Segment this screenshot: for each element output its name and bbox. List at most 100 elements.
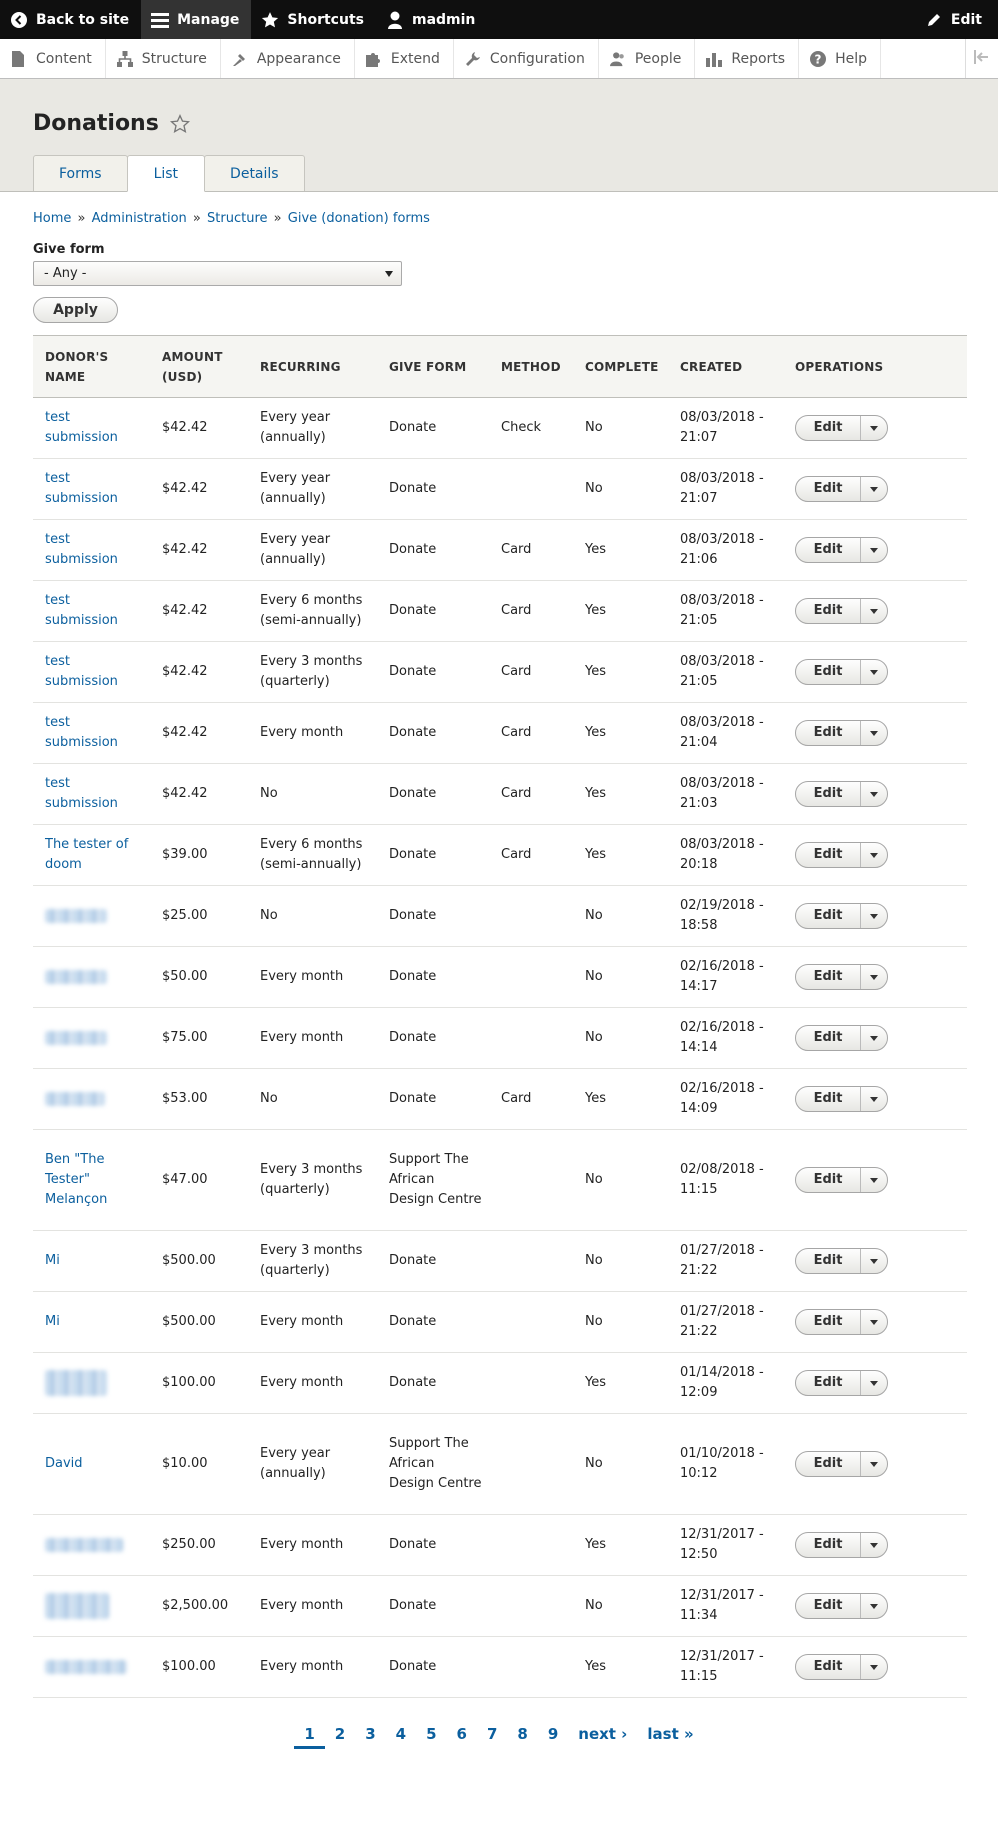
redacted-donor-name[interactable] (45, 1537, 123, 1552)
donor-name-cell[interactable]: test submission (33, 642, 150, 703)
pager-page-8[interactable]: 8 (507, 1725, 537, 1749)
back-to-site-link[interactable]: Back to site (0, 0, 141, 39)
donor-name-cell[interactable]: test submission (33, 581, 150, 642)
operations-toggle[interactable] (860, 904, 887, 928)
redacted-donor-name[interactable] (45, 1370, 107, 1396)
operations-toggle[interactable] (860, 1168, 887, 1192)
manage-tab[interactable]: Manage (141, 0, 252, 39)
edit-button[interactable]: Edit (796, 1249, 860, 1273)
edit-button[interactable]: Edit (796, 416, 860, 440)
breadcrumb-administration[interactable]: Administration (92, 211, 187, 226)
pager-page-6[interactable]: 6 (447, 1725, 477, 1749)
pager-page-5[interactable]: 5 (416, 1725, 446, 1749)
edit-button[interactable]: Edit (796, 843, 860, 867)
edit-button[interactable]: Edit (796, 965, 860, 989)
operations-toggle[interactable] (860, 1452, 887, 1476)
column-created[interactable]: CREATED (668, 336, 783, 398)
edit-button[interactable]: Edit (796, 1168, 860, 1192)
edit-button[interactable]: Edit (796, 1087, 860, 1111)
apply-button[interactable]: Apply (33, 297, 118, 323)
tab-list[interactable]: List (126, 155, 206, 192)
redacted-donor-name[interactable] (45, 908, 107, 923)
breadcrumb-give-forms[interactable]: Give (donation) forms (288, 211, 430, 226)
donor-name-cell[interactable] (33, 1353, 150, 1414)
tray-orientation-toggle[interactable] (965, 39, 998, 78)
column-amount[interactable]: AMOUNT (USD) (150, 336, 248, 398)
menu-configuration[interactable]: Configuration (454, 39, 599, 78)
operations-toggle[interactable] (860, 1371, 887, 1395)
menu-people[interactable]: People (599, 39, 696, 78)
operations-toggle[interactable] (860, 1087, 887, 1111)
operations-toggle[interactable] (860, 477, 887, 501)
edit-button[interactable]: Edit (796, 1655, 860, 1679)
operations-toggle[interactable] (860, 843, 887, 867)
edit-button[interactable]: Edit (796, 904, 860, 928)
operations-toggle[interactable] (860, 416, 887, 440)
donor-name-cell[interactable]: test submission (33, 764, 150, 825)
edit-button[interactable]: Edit (796, 660, 860, 684)
donor-name-cell[interactable]: test submission (33, 398, 150, 459)
redacted-donor-name[interactable] (45, 1593, 109, 1619)
edit-button[interactable]: Edit (796, 1026, 860, 1050)
donor-name-cell[interactable] (33, 1515, 150, 1576)
donor-name-cell[interactable] (33, 1069, 150, 1130)
menu-structure[interactable]: Structure (106, 39, 221, 78)
donor-name-cell[interactable]: test submission (33, 459, 150, 520)
give-form-select[interactable]: - Any - (33, 261, 402, 286)
menu-content[interactable]: Content (0, 39, 106, 78)
edit-button[interactable]: Edit (796, 1310, 860, 1334)
pager-page-1[interactable]: 1 (294, 1725, 325, 1749)
donor-name-cell[interactable]: test submission (33, 703, 150, 764)
operations-toggle[interactable] (860, 721, 887, 745)
donor-name-cell[interactable]: David (33, 1414, 150, 1515)
breadcrumb-structure[interactable]: Structure (207, 211, 267, 226)
edit-button[interactable]: Edit (796, 782, 860, 806)
pager-page-9[interactable]: 9 (538, 1725, 568, 1749)
menu-extend[interactable]: Extend (355, 39, 454, 78)
edit-toggle[interactable]: Edit (915, 0, 998, 39)
operations-toggle[interactable] (860, 660, 887, 684)
donor-name-cell[interactable]: Ben "The Tester" Melançon (33, 1130, 150, 1231)
column-recurring[interactable]: RECURRING (248, 336, 377, 398)
column-donor-name[interactable]: DONOR'S NAME (33, 336, 150, 398)
tab-forms[interactable]: Forms (33, 155, 128, 191)
add-shortcut-star-icon[interactable] (169, 113, 190, 134)
donor-name-cell[interactable] (33, 1008, 150, 1069)
operations-toggle[interactable] (860, 1310, 887, 1334)
redacted-donor-name[interactable] (45, 969, 107, 984)
operations-toggle[interactable] (860, 965, 887, 989)
column-give-form[interactable]: GIVE FORM (377, 336, 489, 398)
user-tab[interactable]: madmin (376, 0, 487, 39)
pager-page-7[interactable]: 7 (477, 1725, 507, 1749)
donor-name-cell[interactable]: Mi (33, 1231, 150, 1292)
menu-appearance[interactable]: Appearance (221, 39, 355, 78)
operations-toggle[interactable] (860, 1026, 887, 1050)
edit-button[interactable]: Edit (796, 1533, 860, 1557)
edit-button[interactable]: Edit (796, 538, 860, 562)
operations-toggle[interactable] (860, 1594, 887, 1618)
operations-toggle[interactable] (860, 1249, 887, 1273)
operations-toggle[interactable] (860, 1655, 887, 1679)
menu-help[interactable]: ? Help (799, 39, 881, 78)
pager-last[interactable]: last » (637, 1725, 703, 1749)
edit-button[interactable]: Edit (796, 599, 860, 623)
edit-button[interactable]: Edit (796, 721, 860, 745)
edit-button[interactable]: Edit (796, 1371, 860, 1395)
redacted-donor-name[interactable] (45, 1659, 127, 1674)
redacted-donor-name[interactable] (45, 1030, 107, 1045)
donor-name-cell[interactable] (33, 886, 150, 947)
donor-name-cell[interactable]: The tester of doom (33, 825, 150, 886)
donor-name-cell[interactable] (33, 1576, 150, 1637)
redacted-donor-name[interactable] (45, 1091, 105, 1106)
operations-toggle[interactable] (860, 538, 887, 562)
tab-details[interactable]: Details (204, 155, 305, 191)
pager-page-4[interactable]: 4 (386, 1725, 416, 1749)
operations-toggle[interactable] (860, 782, 887, 806)
shortcuts-tab[interactable]: Shortcuts (251, 0, 376, 39)
donor-name-cell[interactable]: Mi (33, 1292, 150, 1353)
column-method[interactable]: METHOD (489, 336, 573, 398)
donor-name-cell[interactable]: test submission (33, 520, 150, 581)
donor-name-cell[interactable] (33, 1637, 150, 1698)
pager-page-3[interactable]: 3 (355, 1725, 385, 1749)
operations-toggle[interactable] (860, 599, 887, 623)
